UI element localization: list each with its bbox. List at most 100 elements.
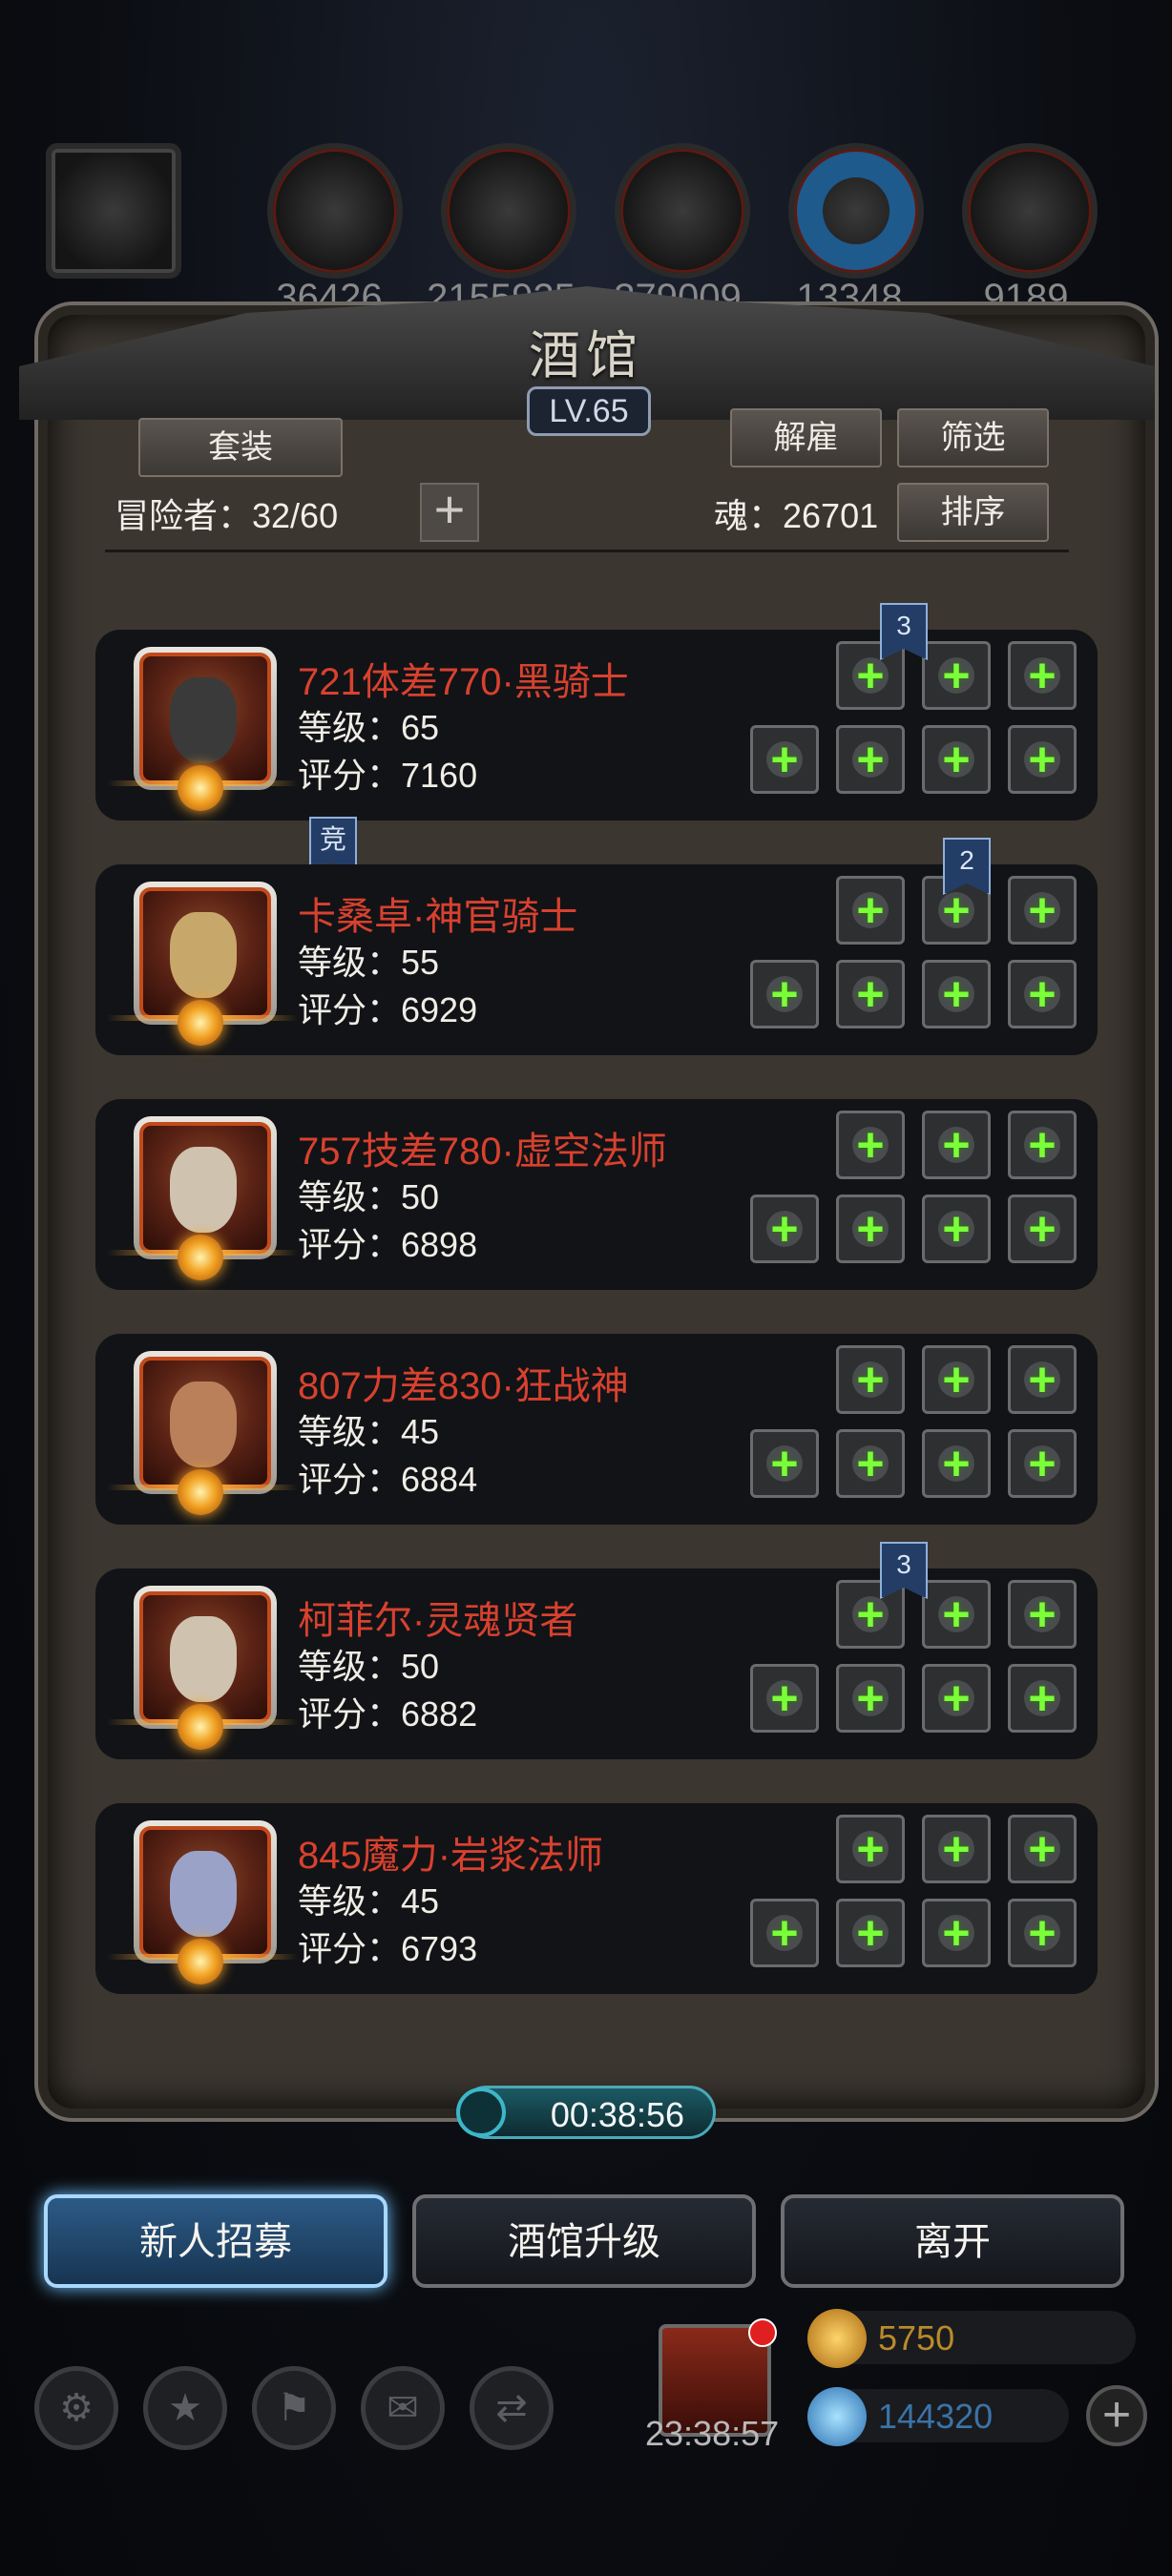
weapon-slot-button[interactable]: + (750, 960, 819, 1028)
hero-row[interactable]: 柯菲尔·灵魂贤者 等级：50 评分：6882 + + + + + + + (95, 1568, 1098, 1759)
hero-name: 721体差770·黑骑士 (298, 661, 629, 703)
add-equipment-icon: + (770, 1672, 799, 1725)
settings-icon[interactable]: ⚙ (34, 2366, 118, 2450)
wood-icon[interactable] (441, 143, 576, 279)
crystal-icon[interactable] (788, 143, 924, 279)
hero-portrait[interactable] (107, 1586, 298, 1750)
hero-portrait[interactable] (107, 1820, 298, 1984)
tavern-upgrade-button[interactable]: 酒馆升级 (412, 2194, 756, 2288)
armor-slot-button[interactable]: + (922, 1580, 991, 1649)
helmet-slot-button[interactable]: + (836, 1815, 905, 1883)
amulet-slot-button[interactable]: + (1008, 725, 1077, 794)
sort-button[interactable]: 排序 (897, 483, 1049, 542)
helmet-slot-button[interactable]: + (836, 876, 905, 945)
guild-icon[interactable]: ⚑ (252, 2366, 336, 2450)
accessory-slot-button[interactable]: + (1008, 1345, 1077, 1414)
add-equipment-icon: + (1028, 1353, 1057, 1406)
ring-slot-button[interactable]: + (922, 1429, 991, 1498)
weapon-slot-button[interactable]: + (750, 725, 819, 794)
amulet-slot-button[interactable]: + (1008, 1429, 1077, 1498)
trade-icon[interactable]: ⇄ (470, 2366, 554, 2450)
add-equipment-icon: + (856, 1202, 885, 1256)
hero-row[interactable]: 845魔力·岩浆法师 等级：45 评分：6793 + + + + + + + (95, 1803, 1098, 1994)
gold-coin-icon (807, 2309, 867, 2368)
cloak-slot-button[interactable]: + (836, 1429, 905, 1498)
add-equipment-icon: + (770, 1437, 799, 1490)
expand-adventurers-button[interactable]: + (420, 483, 479, 542)
rank-star-icon (178, 1939, 223, 1984)
rank-star-icon (178, 1235, 223, 1280)
hero-row[interactable]: 807力差830·狂战神 等级：45 评分：6884 + + + + + + + (95, 1334, 1098, 1525)
hero-row[interactable]: 757技差780·虚空法师 等级：50 评分：6898 + + + + + + + (95, 1099, 1098, 1290)
hero-face-icon (170, 912, 237, 998)
hero-portrait[interactable] (107, 1116, 298, 1280)
add-equipment-icon: + (942, 1906, 971, 1960)
amulet-slot-button[interactable]: + (1008, 1195, 1077, 1263)
hero-portrait[interactable] (107, 647, 298, 811)
rank-star-icon (178, 1469, 223, 1515)
ring-slot-button[interactable]: + (922, 1664, 991, 1733)
hero-row[interactable]: 卡桑卓·神官骑士 等级：55 评分：6929 + + + + + + + (95, 864, 1098, 1055)
add-equipment-icon: + (770, 1202, 799, 1256)
add-equipment-icon: + (856, 1906, 885, 1960)
hero-row[interactable]: 721体差770·黑骑士 等级：65 评分：7160 + + + + + + + (95, 630, 1098, 821)
cloak-slot-button[interactable]: + (836, 1195, 905, 1263)
player-avatar-icon[interactable] (46, 143, 181, 279)
cloak-slot-button[interactable]: + (836, 1664, 905, 1733)
hero-list[interactable]: 721体差770·黑骑士 等级：65 评分：7160 + + + + + + +3 竞卡桑卓·神官骑… (86, 553, 1107, 2061)
helmet-slot-button[interactable]: + (836, 1345, 905, 1414)
hero-face-icon (170, 1381, 237, 1467)
recruit-button[interactable]: 新人招募 (44, 2194, 387, 2288)
ring-slot-button[interactable]: + (922, 1899, 991, 1967)
amulet-slot-button[interactable]: + (1008, 1899, 1077, 1967)
meat-icon[interactable] (267, 143, 403, 279)
armor-slot-button[interactable]: + (922, 1111, 991, 1179)
helmet-slot-button[interactable]: + (836, 1111, 905, 1179)
add-equipment-icon: + (1028, 649, 1057, 702)
add-equipment-icon: + (1028, 1822, 1057, 1876)
weapon-slot-button[interactable]: + (750, 1429, 819, 1498)
divider (105, 550, 1069, 552)
iron-icon[interactable] (615, 143, 750, 279)
add-currency-button[interactable]: + (1086, 2385, 1147, 2446)
add-equipment-icon: + (1028, 883, 1057, 937)
hero-score: 评分：6882 (298, 1694, 478, 1734)
hero-portrait[interactable] (107, 882, 298, 1046)
mail-icon[interactable]: ✉ (361, 2366, 445, 2450)
accessory-slot-button[interactable]: + (1008, 1111, 1077, 1179)
hero-level: 等级：50 (298, 1177, 440, 1216)
leave-button[interactable]: 离开 (781, 2194, 1124, 2288)
suit-button[interactable]: 套装 (138, 418, 343, 477)
metal-icon[interactable] (962, 143, 1098, 279)
ring-slot-button[interactable]: + (922, 960, 991, 1028)
armor-slot-button[interactable]: + (922, 1815, 991, 1883)
achievement-icon[interactable]: ★ (143, 2366, 227, 2450)
accessory-slot-button[interactable]: + (1008, 1815, 1077, 1883)
hero-level: 等级：45 (298, 1881, 440, 1921)
hero-portrait[interactable] (107, 1351, 298, 1515)
add-equipment-icon: + (942, 1672, 971, 1725)
dismiss-button[interactable]: 解雇 (730, 408, 882, 467)
amulet-slot-button[interactable]: + (1008, 1664, 1077, 1733)
accessory-slot-button[interactable]: + (1008, 876, 1077, 945)
hero-level: 等级：65 (298, 708, 440, 747)
accessory-slot-button[interactable]: + (1008, 1580, 1077, 1649)
weapon-slot-button[interactable]: + (750, 1195, 819, 1263)
add-equipment-icon: + (942, 1588, 971, 1641)
cloak-slot-button[interactable]: + (836, 960, 905, 1028)
hero-score: 评分：6929 (298, 990, 478, 1029)
ring-slot-button[interactable]: + (922, 725, 991, 794)
cloak-slot-button[interactable]: + (836, 1899, 905, 1967)
portrait-frame (139, 653, 271, 784)
ring-slot-button[interactable]: + (922, 1195, 991, 1263)
filter-button[interactable]: 筛选 (897, 408, 1049, 467)
armor-slot-button[interactable]: + (922, 1345, 991, 1414)
amulet-slot-button[interactable]: + (1008, 960, 1077, 1028)
accessory-slot-button[interactable]: + (1008, 641, 1077, 710)
hero-face-icon (170, 1851, 237, 1937)
add-equipment-icon: + (856, 883, 885, 937)
weapon-slot-button[interactable]: + (750, 1899, 819, 1967)
weapon-slot-button[interactable]: + (750, 1664, 819, 1733)
armor-slot-button[interactable]: + (922, 641, 991, 710)
cloak-slot-button[interactable]: + (836, 725, 905, 794)
